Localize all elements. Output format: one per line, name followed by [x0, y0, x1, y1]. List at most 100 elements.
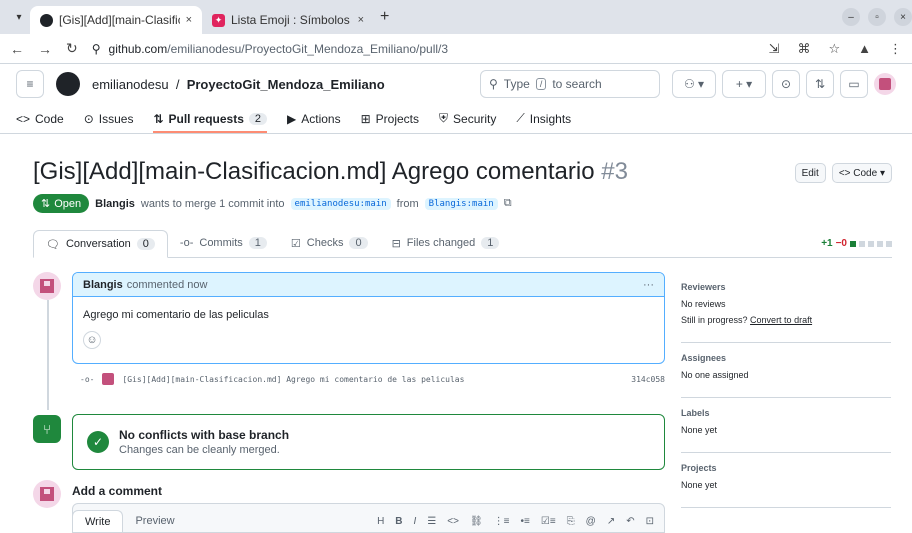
forward-arrow-icon[interactable]: → — [38, 41, 52, 57]
pr-title-text: [Gis][Add][main-Clasificacion.md] Agrego… — [33, 158, 595, 185]
head-branch[interactable]: Blangis:main — [424, 197, 498, 210]
numbered-list-icon[interactable]: ⋮≡ — [494, 516, 510, 527]
page-title: [Gis][Add][main-Clasificacion.md] Agrego… — [33, 158, 628, 186]
breadcrumb-separator: / — [175, 76, 180, 92]
conversation-icon: 🗨 — [46, 238, 60, 251]
tab-issues[interactable]: ⊙ Issues — [84, 104, 134, 133]
write-tab[interactable]: Write — [72, 510, 124, 532]
pr-tabs: 🗨 Conversation 0 -o- Commits 1 ☑ Checks 0 ⊟ Fil… — [33, 230, 892, 258]
bookmark-star-icon[interactable]: ☆ — [828, 41, 840, 57]
projects-icon: ⊞ — [360, 111, 371, 126]
url-domain: github.com — [108, 41, 168, 56]
copy-icon[interactable]: ⧉ — [504, 197, 512, 210]
tab-code[interactable]: <> Code — [16, 104, 64, 133]
create-new-button[interactable]: + ▾ — [722, 70, 766, 98]
tab-insights[interactable]: ⟋ Insights — [516, 104, 571, 133]
user-avatar[interactable] — [874, 73, 896, 95]
add-reaction-icon[interactable]: ☺ — [83, 331, 101, 349]
browser-tab-title: Lista Emoji : Símbolos em — [231, 13, 352, 27]
close-tab-icon[interactable]: × — [186, 14, 192, 26]
comment-author[interactable]: Blangis — [83, 279, 123, 291]
back-arrow-icon[interactable]: ← — [10, 41, 24, 57]
projects-heading[interactable]: Projects — [681, 463, 891, 473]
commit-icon: -o- — [80, 374, 95, 384]
browser-menu-icon[interactable]: ⋮ — [889, 41, 902, 57]
tab-files-changed[interactable]: ⊟ Files changed 1 — [380, 229, 512, 257]
pull-requests-icon[interactable]: ⇅ — [806, 70, 834, 98]
code-dropdown-button[interactable]: <> Code ▾ — [831, 163, 892, 183]
close-window-icon[interactable]: × — [894, 8, 912, 26]
bold-icon[interactable]: B — [395, 516, 402, 527]
link-icon[interactable]: ⛓ — [470, 516, 483, 527]
convert-to-draft-link[interactable]: Convert to draft — [750, 315, 812, 325]
avatar[interactable] — [33, 480, 61, 508]
tab-search-chevron-icon[interactable]: ▾ — [8, 6, 30, 28]
base-branch[interactable]: emilianodesu:main — [290, 197, 391, 210]
tab-commits[interactable]: -o- Commits 1 — [168, 229, 279, 257]
draft-prompt: Still in progress? Convert to draft — [681, 315, 813, 325]
tab-security[interactable]: ⛨ Security — [439, 104, 496, 133]
quote-icon[interactable]: ☰ — [427, 516, 436, 527]
commit-message[interactable]: [Gis][Add][main-Clasificacion.md] Agrego… — [122, 375, 464, 384]
merge-status-title: No conflicts with base branch — [119, 428, 290, 442]
issues-icon[interactable]: ⊙ — [772, 70, 800, 98]
commit-author-avatar[interactable] — [102, 373, 115, 385]
edit-title-button[interactable]: Edit — [794, 163, 826, 183]
tab-pull-requests[interactable]: ⇅ Pull requests 2 — [153, 104, 267, 133]
attach-icon[interactable]: ⎘ — [567, 516, 575, 527]
site-settings-icon[interactable]: ⚲ — [92, 42, 101, 56]
github-logo-icon[interactable] — [56, 72, 80, 96]
reviewers-heading[interactable]: Reviewers — [681, 282, 891, 292]
profile-icon[interactable]: ▲ — [858, 41, 871, 56]
projects-value: None yet — [681, 480, 718, 490]
hamburger-menu-icon[interactable]: ≡ — [16, 70, 44, 98]
url-field[interactable]: ⚲ github.com/emilianodesu/ProyectoGit_Me… — [92, 42, 755, 56]
browser-tab-strip: ▾ [Gis][Add][main-Clasificac × ✦ Lista E… — [0, 0, 912, 34]
checks-icon: ☑ — [290, 237, 301, 250]
comment-menu-icon[interactable]: ··· — [643, 279, 654, 291]
repo-link[interactable]: ProyectoGit_Mendoza_Emiliano — [187, 77, 385, 92]
browser-tab-emoji[interactable]: ✦ Lista Emoji : Símbolos em × — [202, 6, 374, 34]
merge-description: wants to merge 1 commit into — [140, 197, 285, 210]
search-input[interactable]: ⚲ Type / to search — [480, 70, 660, 98]
code-icon[interactable]: <> — [447, 516, 459, 527]
reload-icon[interactable]: ↻ — [66, 40, 78, 57]
task-list-icon[interactable]: ☑≡ — [541, 516, 556, 527]
github-header: ≡ emilianodesu / ProyectoGit_Mendoza_Emi… — [0, 64, 912, 104]
reply-icon[interactable]: ↶ — [626, 516, 634, 527]
translate-icon[interactable]: ⌘ — [797, 41, 810, 57]
labels-heading[interactable]: Labels — [681, 408, 891, 418]
copilot-button[interactable]: ⚇ ▾ — [672, 70, 716, 98]
mention-icon[interactable]: @ — [586, 516, 596, 527]
close-tab-icon[interactable]: × — [358, 14, 364, 26]
git-merge-icon: ⑂ — [33, 415, 61, 443]
assignees-heading[interactable]: Assignees — [681, 353, 891, 363]
tab-checks[interactable]: ☑ Checks 0 — [279, 229, 380, 257]
code-icon: <> — [16, 111, 31, 126]
pull-request-icon: ⇅ — [41, 198, 51, 210]
preview-tab[interactable]: Preview — [123, 510, 186, 532]
pr-author-link[interactable]: Blangis — [95, 198, 135, 210]
add-comment-title: Add a comment — [72, 484, 163, 498]
fullscreen-icon[interactable]: ⊡ — [646, 516, 654, 527]
minimize-icon[interactable]: – — [842, 8, 860, 26]
tab-actions[interactable]: ▶ Actions — [287, 104, 341, 133]
search-suffix: to search — [552, 77, 602, 91]
owner-link[interactable]: emilianodesu — [92, 77, 169, 92]
inbox-icon[interactable]: ▭ — [840, 70, 868, 98]
reviewers-value: No reviews — [681, 299, 726, 309]
tab-conversation[interactable]: 🗨 Conversation 0 — [33, 230, 168, 258]
github-favicon-icon — [40, 13, 53, 27]
commit-sha[interactable]: 314c058 — [631, 375, 665, 384]
new-tab-button[interactable]: + — [380, 8, 389, 26]
tab-projects[interactable]: ⊞ Projects — [361, 104, 419, 133]
bulleted-list-icon[interactable]: •≡ — [521, 516, 530, 527]
maximize-icon[interactable]: ▫ — [868, 8, 886, 26]
italic-icon[interactable]: I — [414, 516, 417, 527]
heading-icon[interactable]: H — [377, 516, 384, 527]
avatar[interactable] — [33, 272, 61, 300]
status-badge: ⇅ Open — [33, 194, 90, 213]
install-app-icon[interactable]: ⇲ — [769, 41, 780, 57]
reference-icon[interactable]: ↗ — [607, 516, 615, 527]
browser-tab-pr[interactable]: [Gis][Add][main-Clasificac × — [30, 6, 202, 34]
